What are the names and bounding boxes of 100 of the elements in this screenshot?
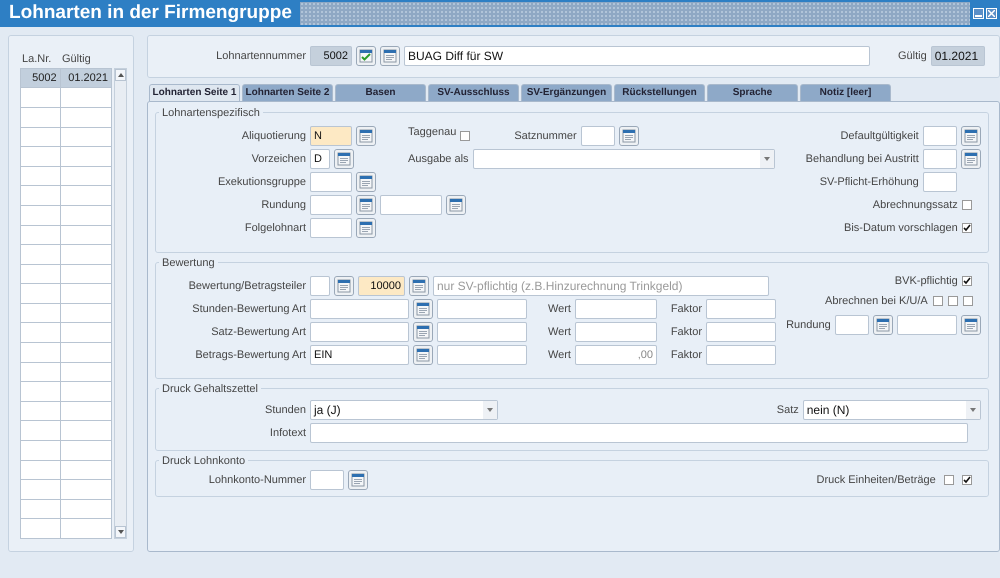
checkbox[interactable] [944, 474, 954, 485]
input-field[interactable] [922, 172, 957, 192]
field-label: Satznummer [514, 130, 577, 142]
input-field[interactable]: nur SV-pflichtig (z.B.Hinzurechnung Trinkgeld) [433, 276, 769, 296]
dropdown-caret-icon[interactable] [487, 408, 493, 412]
input-field[interactable]: 10000 [358, 276, 405, 296]
input-field[interactable]: ,00 [575, 344, 657, 365]
field-label: Wert [546, 348, 571, 361]
field-label: Satz-Bewertung Art [210, 326, 306, 338]
tab[interactable]: Sprache [707, 84, 798, 101]
input-field[interactable] [706, 344, 776, 365]
notepad-button[interactable] [618, 126, 639, 146]
notepad-icon [416, 302, 430, 316]
input-field[interactable] [580, 126, 615, 146]
checkbox[interactable] [948, 296, 958, 306]
notepad-button[interactable] [409, 276, 429, 296]
notepad-button[interactable] [413, 298, 433, 319]
notepad-button[interactable] [356, 194, 376, 215]
input-field[interactable] [310, 172, 352, 192]
dropdown-caret-icon[interactable] [970, 408, 976, 412]
checkbox[interactable] [932, 296, 943, 306]
input-field[interactable] [380, 194, 442, 215]
checkbox[interactable] [962, 474, 972, 485]
input-field[interactable] [896, 314, 957, 335]
field-label: Infotext [268, 426, 306, 439]
input-field[interactable] [437, 344, 527, 365]
field-label: Betrags-Bewertung Art [194, 348, 306, 361]
tab[interactable]: Lohnarten Seite 1 [149, 84, 240, 101]
name-field[interactable]: BUAG Diff für SW [404, 46, 870, 66]
notepad-button[interactable] [872, 314, 893, 335]
table-cell[interactable]: 5002 [21, 68, 61, 88]
up-arrow-icon [118, 72, 124, 77]
input-field[interactable] [575, 322, 657, 342]
notepad-button[interactable] [356, 126, 376, 146]
input-field[interactable] [706, 322, 776, 342]
checkbox[interactable] [962, 276, 972, 286]
scroll-up-button[interactable] [115, 68, 126, 81]
valid-field[interactable]: 01.2021 [930, 46, 985, 66]
input-field[interactable] [437, 322, 527, 342]
checkbox[interactable] [962, 222, 972, 233]
notepad-button[interactable] [960, 148, 981, 169]
checkbox[interactable] [460, 130, 470, 141]
dropdown-caret-icon[interactable] [764, 156, 770, 161]
tab[interactable]: SV-Ergänzungen [521, 84, 612, 101]
input-field[interactable]: N [310, 126, 352, 146]
input-field[interactable] [834, 314, 869, 335]
input-field[interactable] [310, 422, 968, 443]
section-title: Bewertung [161, 256, 216, 269]
notepad-button[interactable] [334, 276, 354, 296]
tab[interactable]: Basen [335, 84, 426, 101]
field-label: Stunden-Bewertung Art [191, 302, 306, 315]
notepad-button[interactable] [356, 218, 376, 238]
close-icon [988, 10, 995, 17]
checkbox[interactable] [962, 200, 972, 210]
tab[interactable]: Lohnarten Seite 2 [242, 84, 333, 101]
input-field[interactable] [575, 298, 657, 319]
field-label: Bis-Datum vorschlagen [844, 222, 958, 234]
input-field[interactable] [922, 148, 957, 169]
notepad-button[interactable] [380, 46, 400, 66]
input-field[interactable] [922, 126, 957, 146]
notepad-button[interactable] [413, 322, 433, 342]
notepad-button[interactable] [960, 314, 981, 335]
table-cell[interactable]: 01.2021 [60, 68, 112, 88]
close-button[interactable] [986, 8, 997, 19]
input-field[interactable] [706, 298, 776, 319]
input-field[interactable] [310, 194, 352, 215]
section-title: Lohnartenspezifisch [161, 106, 261, 119]
notepad-button[interactable] [413, 344, 433, 365]
notepad-button[interactable] [960, 126, 981, 146]
input-field[interactable] [310, 322, 409, 342]
notepad-icon [412, 278, 426, 293]
confirm-button[interactable] [356, 46, 376, 66]
scrollbar[interactable] [114, 68, 127, 539]
field-label: Wert [546, 326, 571, 338]
field-label: Rundung [786, 318, 831, 331]
minimize-button[interactable] [973, 8, 984, 19]
input-field[interactable]: D [310, 148, 330, 169]
dropdown-field[interactable]: nein (N) [802, 400, 981, 420]
tab[interactable]: SV-Ausschluss [428, 84, 519, 101]
scroll-down-button[interactable] [115, 526, 126, 538]
checkbox[interactable] [962, 296, 973, 306]
input-field[interactable] [310, 470, 344, 490]
notepad-icon [876, 318, 890, 332]
input-field[interactable]: EIN [310, 344, 409, 365]
dropdown-field[interactable]: ja (J) [310, 400, 498, 420]
input-field[interactable] [310, 218, 352, 238]
number-field[interactable]: 5002 [310, 46, 352, 66]
notepad-button[interactable] [356, 172, 376, 192]
tab[interactable]: Rückstellungen [614, 84, 705, 101]
input-field[interactable] [437, 298, 527, 319]
input-field[interactable] [310, 298, 409, 319]
notepad-button[interactable] [334, 148, 354, 169]
notepad-icon [416, 348, 430, 362]
tab[interactable]: Notiz [leer] [800, 84, 891, 101]
notepad-button[interactable] [446, 194, 466, 215]
dropdown-field[interactable] [472, 148, 775, 169]
input-field[interactable] [310, 276, 330, 296]
notepad-button[interactable] [348, 470, 368, 490]
notepad-icon [449, 198, 463, 212]
field-label: Druck Einheiten/Beträge [816, 474, 936, 486]
